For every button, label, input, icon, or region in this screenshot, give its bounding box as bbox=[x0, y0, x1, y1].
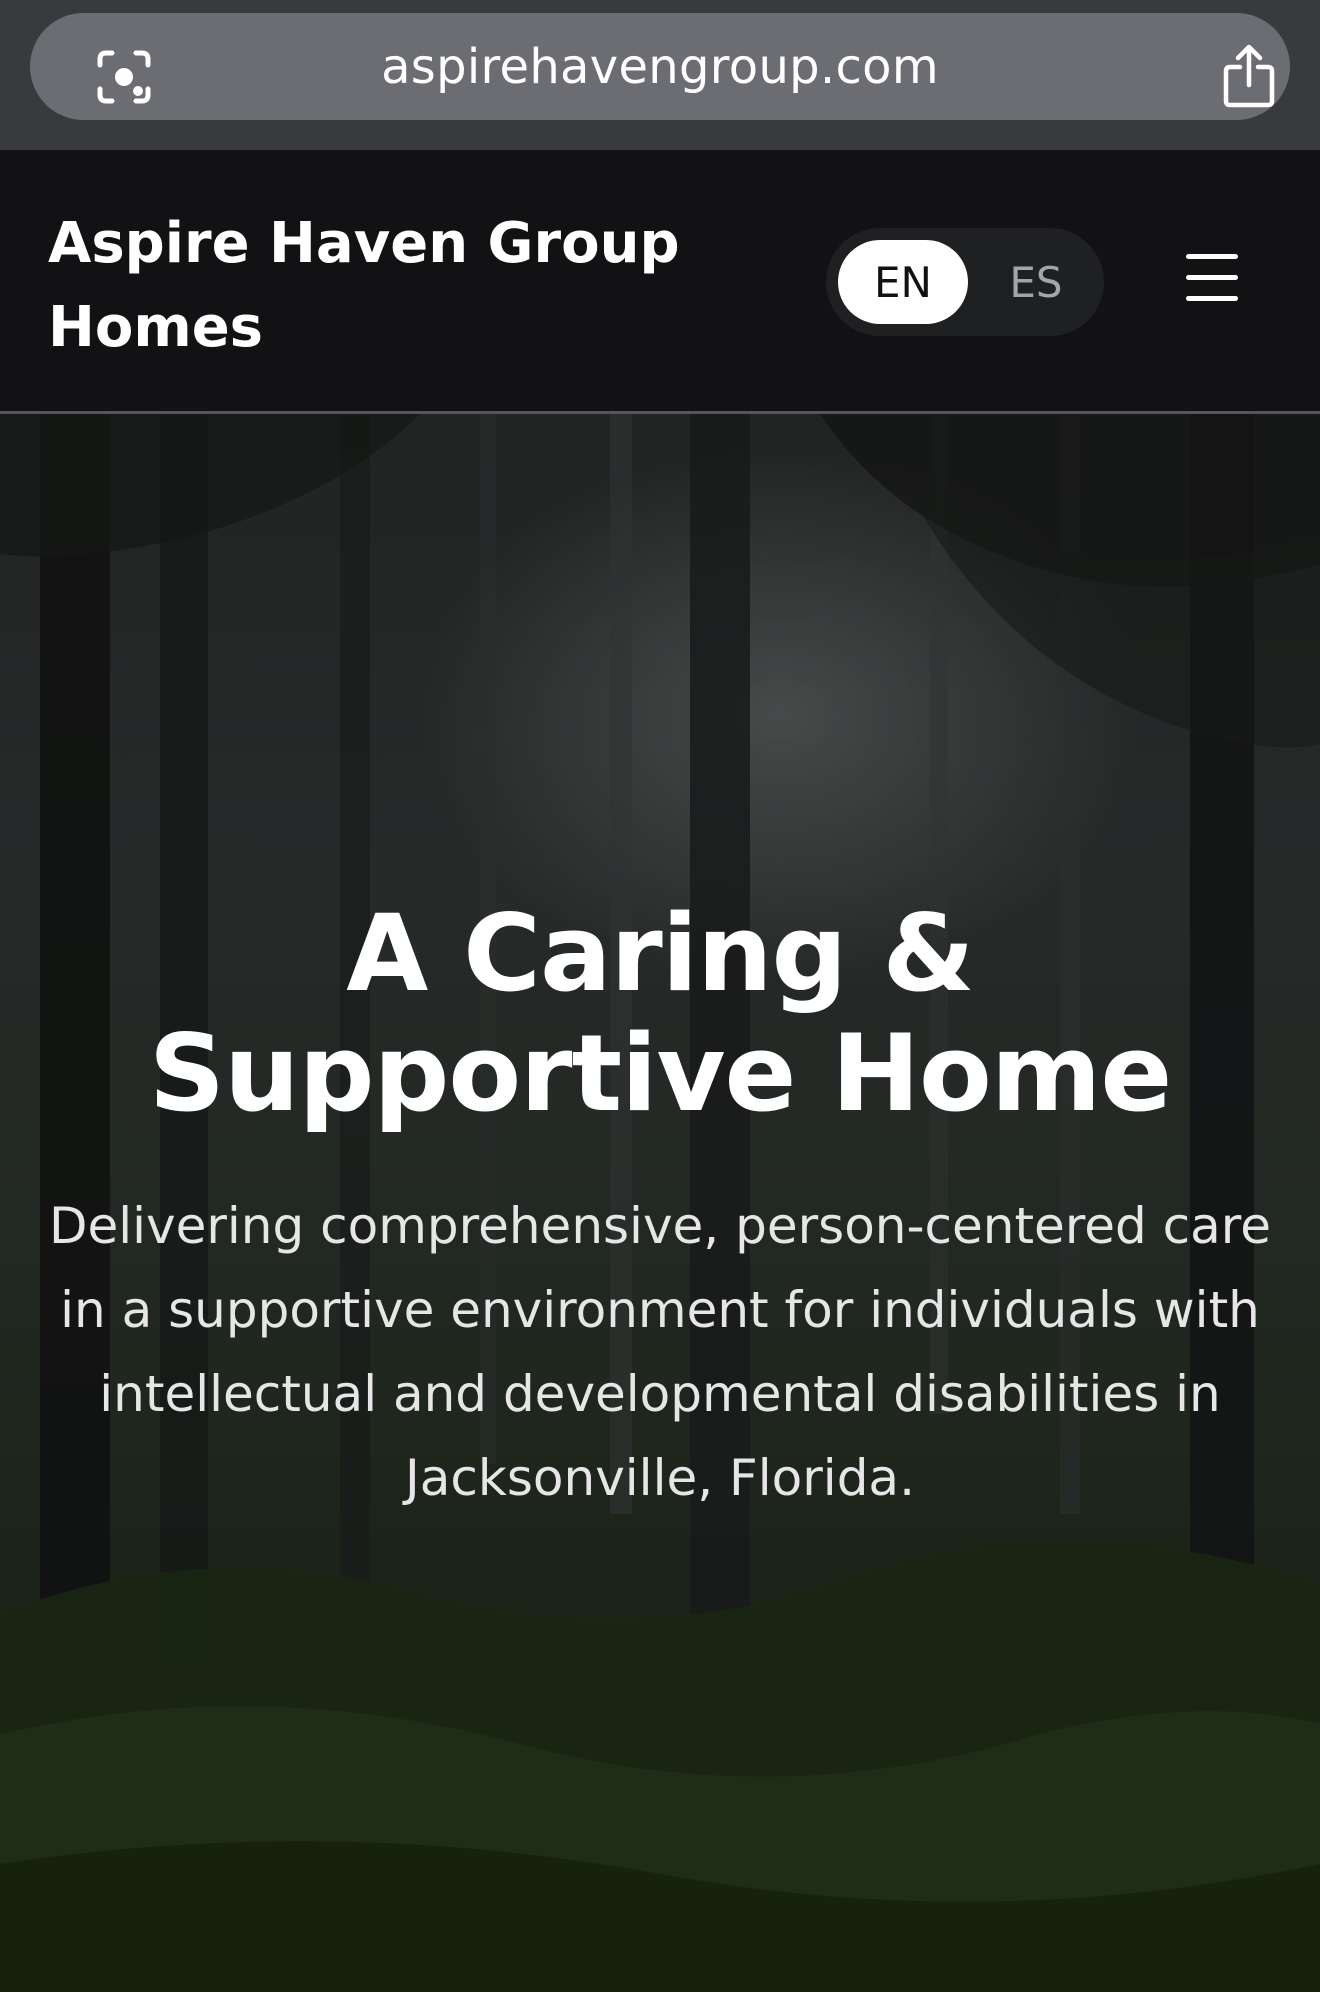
hero-subtitle: Delivering comprehensive, person-centere… bbox=[48, 1197, 1272, 1507]
share-icon[interactable] bbox=[1220, 43, 1278, 109]
language-toggle: EN ES bbox=[826, 228, 1104, 336]
menu-line bbox=[1186, 296, 1238, 301]
language-option-es[interactable]: ES bbox=[976, 240, 1096, 324]
site-header: Aspire Haven Group Homes EN ES bbox=[0, 150, 1320, 414]
site-brand[interactable]: Aspire Haven Group Homes bbox=[48, 202, 688, 370]
hero-section: A Caring & Supportive Home Delivering co… bbox=[0, 414, 1320, 1992]
language-option-en[interactable]: EN bbox=[838, 240, 968, 324]
address-bar[interactable]: aspirehavengroup.com bbox=[30, 13, 1290, 120]
menu-line bbox=[1186, 254, 1238, 259]
browser-toolbar: aspirehavengroup.com bbox=[0, 0, 1320, 150]
hero-title: A Caring & Supportive Home bbox=[148, 892, 1172, 1135]
menu-line bbox=[1186, 275, 1238, 280]
hamburger-menu-icon[interactable] bbox=[1180, 250, 1244, 306]
url-text[interactable]: aspirehavengroup.com bbox=[30, 13, 1290, 120]
